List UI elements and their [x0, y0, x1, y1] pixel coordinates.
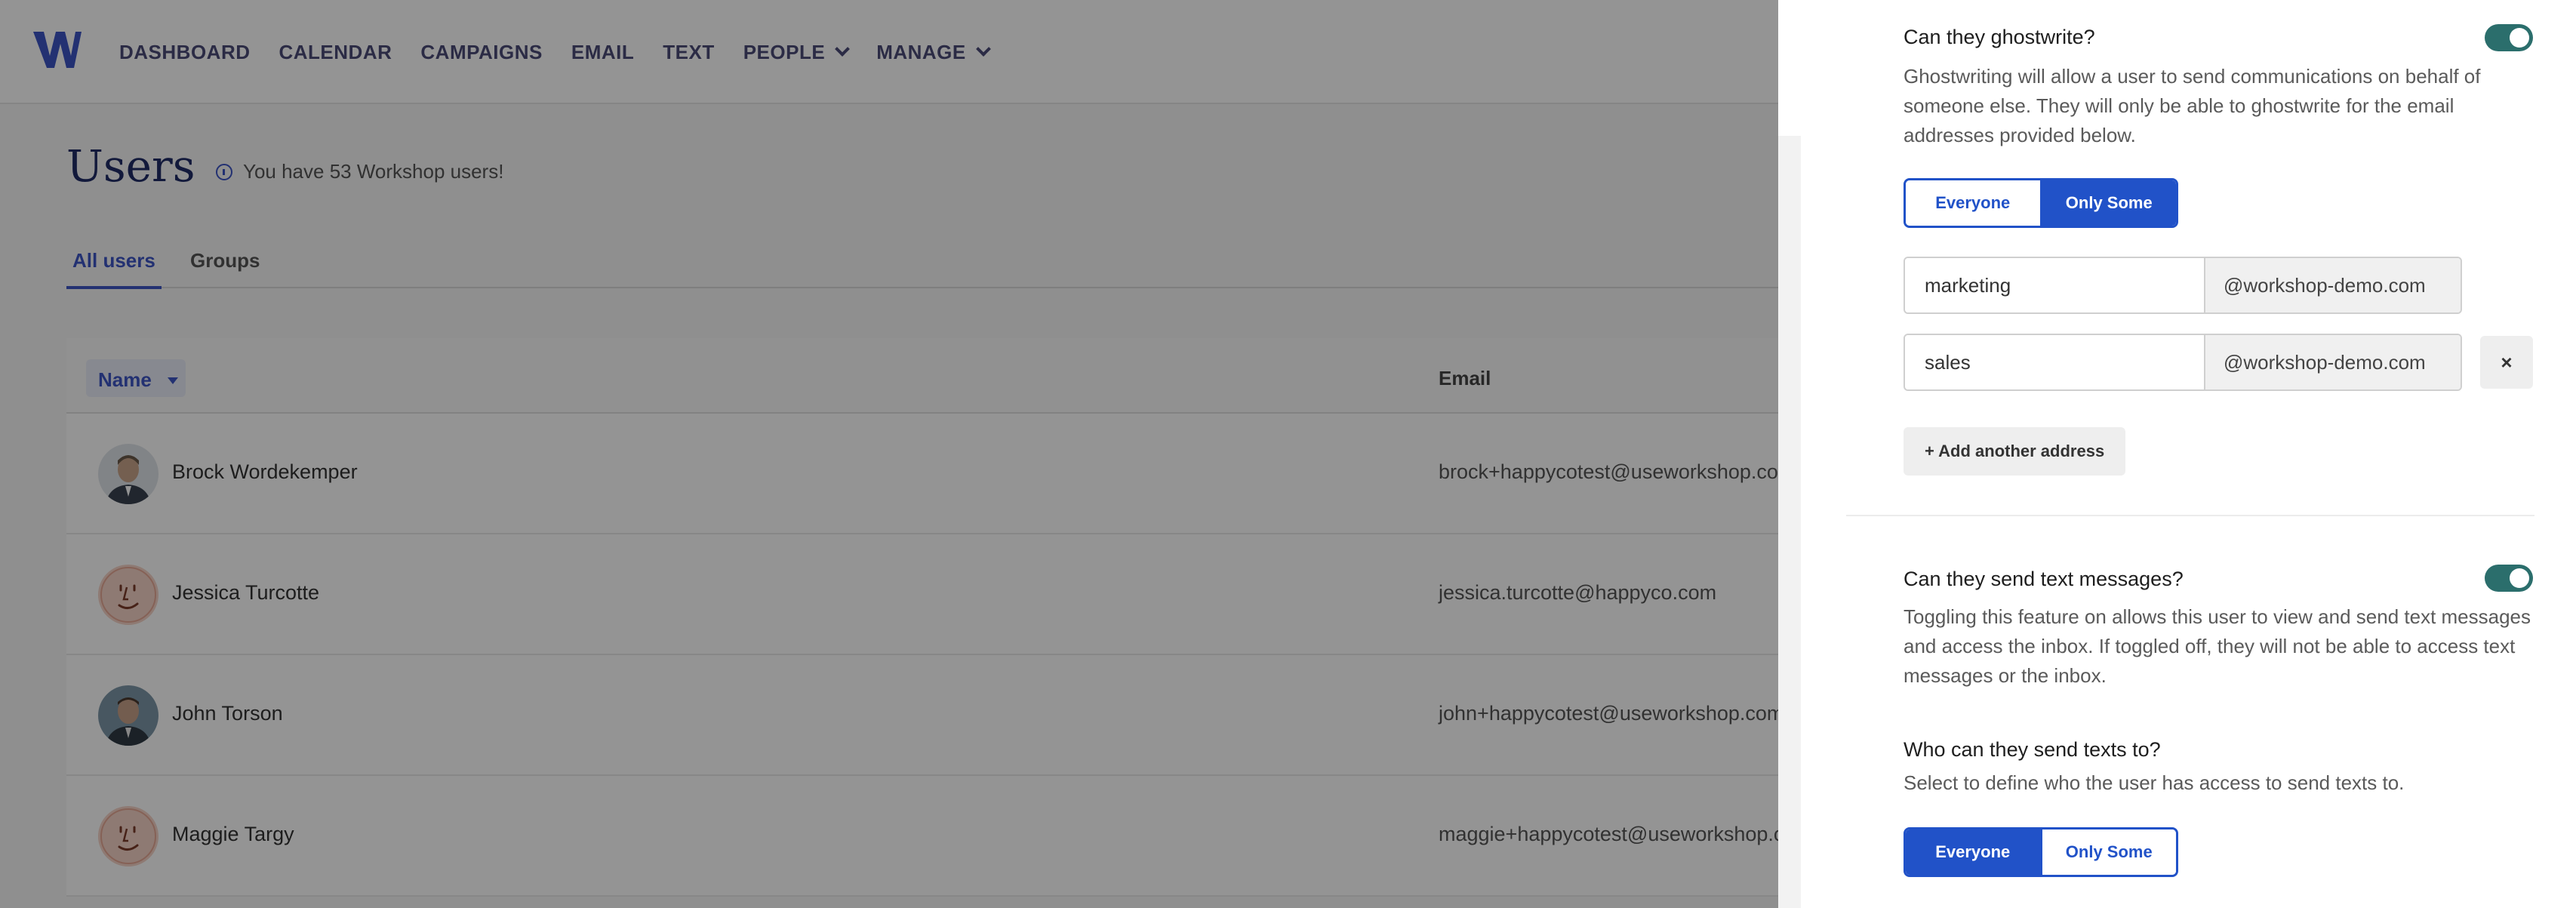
add-address-button[interactable]: + Add another address	[1904, 427, 2126, 476]
panel-edge-top	[1778, 0, 1801, 136]
modal-backdrop[interactable]	[0, 0, 1778, 908]
texts-only-some-option[interactable]: Only Some	[2039, 830, 2176, 875]
remove-address-button[interactable]: ×	[2480, 336, 2533, 389]
ghostwrite-address-field: sales @workshop-demo.com	[1904, 334, 2462, 391]
address-domain: @workshop-demo.com	[2205, 258, 2461, 312]
ghostwrite-scope-selector: Everyone Only Some	[1904, 178, 2178, 228]
toggle-knob	[2510, 28, 2529, 48]
texts-everyone-option[interactable]: Everyone	[1906, 830, 2040, 875]
address-domain: @workshop-demo.com	[2205, 335, 2461, 389]
ghostwrite-everyone-option[interactable]: Everyone	[1906, 180, 2040, 226]
user-permissions-panel: Can they ghostwrite? Ghostwriting will a…	[1778, 0, 2576, 908]
address-local-input[interactable]: sales	[1905, 335, 2205, 389]
address-local-input[interactable]: marketing	[1905, 258, 2205, 312]
texting-toggle[interactable]	[2485, 565, 2533, 592]
section-divider	[1846, 515, 2534, 516]
ghostwrite-address-field: marketing @workshop-demo.com	[1904, 257, 2462, 314]
text-recipients-selector: Everyone Only Some	[1904, 827, 2178, 877]
ghostwrite-question: Can they ghostwrite?	[1904, 26, 2095, 48]
ghostwrite-description: Ghostwriting will allow a user to send c…	[1904, 65, 2481, 146]
texting-description: Toggling this feature on allows this use…	[1904, 605, 2531, 687]
text-recipients-description: Select to define who the user has access…	[1904, 771, 2405, 794]
texting-question: Can they send text messages?	[1904, 568, 2184, 590]
ghostwrite-toggle[interactable]	[2485, 24, 2533, 51]
text-recipients-question: Who can they send texts to?	[1904, 738, 2161, 761]
ghostwrite-only-some-option[interactable]: Only Some	[2039, 180, 2176, 226]
panel-edge	[1778, 136, 1801, 908]
toggle-knob	[2510, 568, 2529, 588]
close-icon: ×	[2501, 350, 2513, 374]
